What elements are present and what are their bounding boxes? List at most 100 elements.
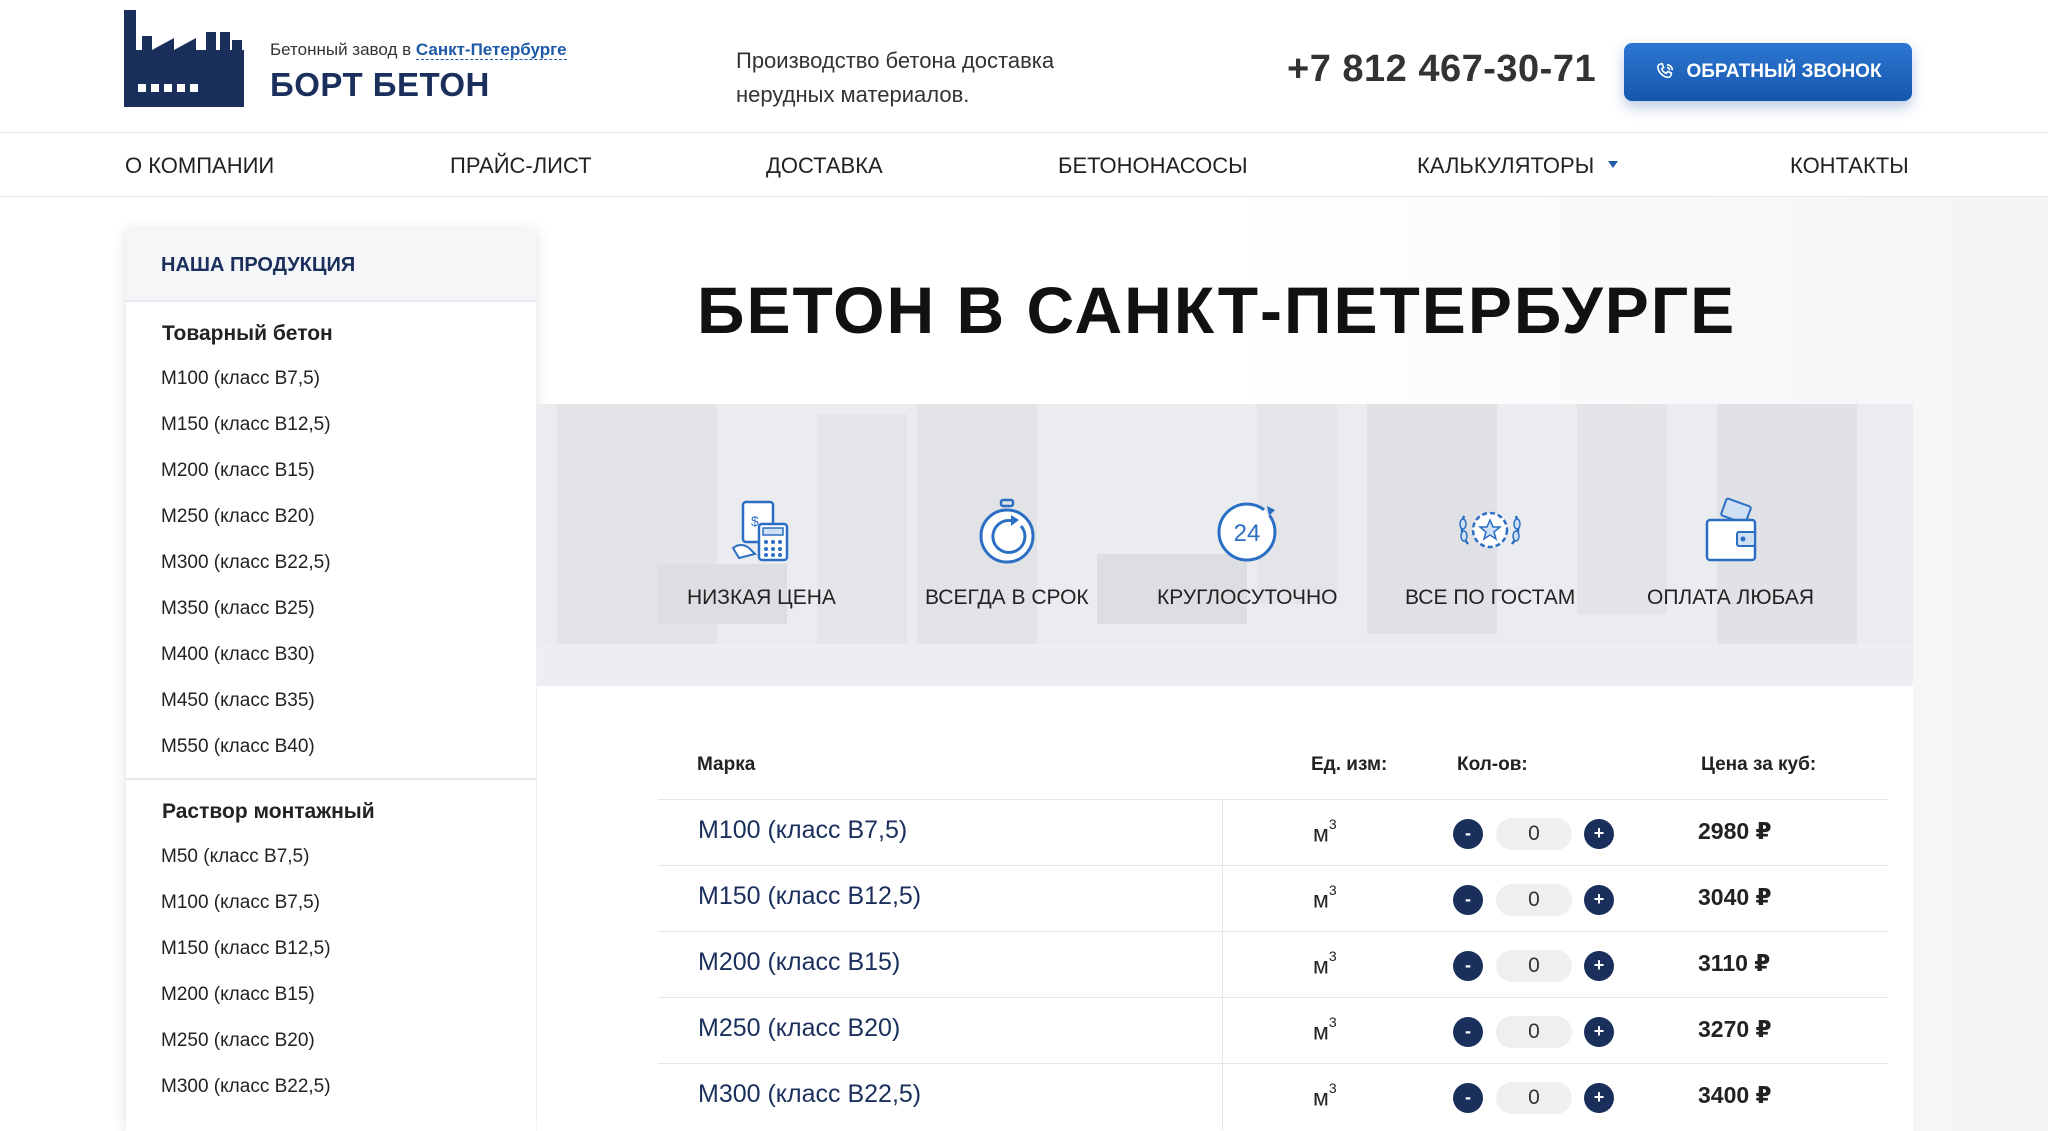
svg-text:24: 24 (1234, 520, 1261, 547)
quantity-input[interactable]: 0 (1496, 1082, 1572, 1114)
product-link[interactable]: М100 (класс В7,5) (698, 816, 907, 845)
unit-label: м3 (1313, 1014, 1337, 1045)
city-selector-link[interactable]: Санкт-Петербурге (415, 40, 567, 60)
feature-gost-standards: ВСЕ ПО ГОСТАМ (1405, 496, 1575, 610)
sidebar-item[interactable]: М300 (класс В22,5) (126, 1064, 536, 1110)
quantity-decrease-button[interactable]: - (1453, 885, 1483, 915)
table-row: М250 (класс В20) м3 - 0 + 3270 ₽ (658, 997, 1888, 1064)
laurel-badge-icon (1459, 511, 1521, 549)
page-title: БЕТОН В САНКТ-ПЕТЕРБУРГЕ (697, 273, 1737, 347)
nav-item-contacts[interactable]: КОНТАКТЫ (1790, 153, 1909, 179)
column-divider (1222, 998, 1223, 1064)
quantity-input[interactable]: 0 (1496, 950, 1572, 982)
nav-item-delivery[interactable]: ДОСТАВКА (766, 153, 883, 179)
sidebar-item[interactable]: М300 (класс В22,5) (126, 540, 536, 586)
callback-button[interactable]: ОБРАТНЫЙ ЗВОНОК (1624, 43, 1912, 101)
quantity-decrease-button[interactable]: - (1453, 1017, 1483, 1047)
nav-item-calculators-label: КАЛЬКУЛЯТОРЫ (1417, 153, 1595, 178)
stopwatch-icon (979, 498, 1035, 564)
sidebar-item[interactable]: М350 (класс В25) (126, 586, 536, 632)
unit-label: м3 (1313, 1080, 1337, 1111)
product-link[interactable]: М200 (класс В15) (698, 948, 900, 977)
wallet-icon (1705, 497, 1756, 562)
price-value: 2980 ₽ (1698, 818, 1772, 844)
unit-label: м3 (1313, 882, 1337, 913)
sidebar-item[interactable]: М250 (класс В20) (126, 1018, 536, 1064)
sidebar-group-title[interactable]: Раствор монтажный (126, 780, 536, 834)
sidebar-item[interactable]: М150 (класс В12,5) (126, 402, 536, 448)
column-header-brand: Марка (697, 754, 756, 775)
products-sidebar: НАША ПРОДУКЦИЯ Товарный бетон М100 (клас… (126, 229, 536, 1131)
price-value: 3400 ₽ (1698, 1082, 1772, 1108)
nav-item-about[interactable]: О КОМПАНИИ (125, 153, 274, 179)
callback-label: ОБРАТНЫЙ ЗВОНОК (1686, 61, 1882, 82)
quantity-decrease-button[interactable]: - (1453, 951, 1483, 981)
clock-24-icon: 24 (1217, 502, 1277, 562)
table-row: М150 (класс В12,5) м3 - 0 + 3040 ₽ (658, 865, 1888, 932)
nav-item-concrete-pumps[interactable]: БЕТОНОНАСОСЫ (1058, 153, 1248, 179)
sidebar-item[interactable]: М400 (класс В30) (126, 632, 536, 678)
sidebar-item[interactable]: М250 (класс В20) (126, 494, 536, 540)
sidebar-item[interactable]: М50 (класс В7,5) (126, 834, 536, 880)
sidebar-item[interactable]: М200 (класс В15) (126, 448, 536, 494)
factory-logo-icon[interactable] (124, 10, 244, 107)
quantity-decrease-button[interactable]: - (1453, 819, 1483, 849)
sidebar-item[interactable]: М200 (класс В15) (126, 972, 536, 1018)
header-tagline: Производство бетона доставка нерудных ма… (736, 44, 1116, 112)
unit-label: м3 (1313, 948, 1337, 979)
quantity-increase-button[interactable]: + (1584, 819, 1614, 849)
dropdown-caret-icon (1608, 160, 1619, 168)
quantity-input[interactable]: 0 (1496, 884, 1572, 916)
feature-label: НИЗКАЯ ЦЕНА (687, 586, 836, 609)
price-value: 3040 ₽ (1698, 884, 1772, 910)
tagline-line-2: нерудных материалов. (736, 82, 970, 107)
sidebar-item[interactable]: М100 (класс В7,5) (126, 356, 536, 402)
feature-label: КРУГЛОСУТОЧНО (1157, 586, 1338, 609)
quantity-input[interactable]: 0 (1496, 818, 1572, 850)
quantity-input[interactable]: 0 (1496, 1016, 1572, 1048)
column-divider (1222, 866, 1223, 932)
feature-low-price: $ НИЗКАЯ ЦЕНА (687, 496, 836, 610)
quantity-increase-button[interactable]: + (1584, 951, 1614, 981)
quantity-increase-button[interactable]: + (1584, 1083, 1614, 1113)
sidebar-title: НАША ПРОДУКЦИЯ (126, 229, 536, 302)
price-value: 3270 ₽ (1698, 1016, 1772, 1042)
feature-round-the-clock: 24 КРУГЛОСУТОЧНО (1157, 496, 1338, 610)
column-header-price: Цена за куб: (1701, 754, 1817, 775)
phone-number-link[interactable]: +7 812 467-30-71 (1287, 48, 1596, 91)
features-banner: $ НИЗКАЯ ЦЕНА ВСЕГДА В СРОК 24 КРУГЛОСУТ… (537, 404, 1913, 686)
product-link[interactable]: М250 (класс В20) (698, 1014, 900, 1043)
tagline-line-1: Производство бетона доставка (736, 48, 1055, 73)
unit-label: м3 (1313, 816, 1337, 847)
column-divider (1222, 1064, 1223, 1130)
table-row: М100 (класс В7,5) м3 - 0 + 2980 ₽ (658, 799, 1888, 866)
feature-label: ВСЕ ПО ГОСТАМ (1405, 586, 1576, 609)
phone-ring-icon (1657, 62, 1674, 79)
quantity-increase-button[interactable]: + (1584, 885, 1614, 915)
nav-item-calculators[interactable]: КАЛЬКУЛЯТОРЫ (1417, 153, 1619, 179)
sidebar-item[interactable]: М100 (класс В7,5) (126, 880, 536, 926)
quantity-increase-button[interactable]: + (1584, 1017, 1614, 1047)
price-value: 3110 ₽ (1698, 950, 1771, 976)
sidebar-item[interactable]: М150 (класс В12,5) (126, 926, 536, 972)
sidebar-item[interactable]: М550 (класс В40) (126, 724, 536, 770)
quantity-decrease-button[interactable]: - (1453, 1083, 1483, 1113)
calculator-icon: $ (732, 500, 789, 562)
table-row: М200 (класс В15) м3 - 0 + 3110 ₽ (658, 931, 1888, 998)
column-divider (1222, 932, 1223, 998)
product-link[interactable]: М150 (класс В12,5) (698, 882, 921, 911)
column-header-quantity: Кол-ов: (1457, 754, 1528, 775)
table-row: М300 (класс В22,5) м3 - 0 + 3400 ₽ (658, 1063, 1888, 1130)
feature-any-payment: ОПЛАТА ЛЮБАЯ (1647, 496, 1814, 610)
feature-label: ВСЕГДА В СРОК (925, 586, 1089, 609)
column-divider (1222, 800, 1223, 866)
logo-title: БОРТ БЕТОН (270, 66, 490, 103)
logo-subtitle: Бетонный завод в Санкт-Петербурге (270, 40, 567, 60)
logo-text[interactable]: Бетонный завод в Санкт-Петербурге БОРТ Б… (270, 40, 567, 104)
product-link[interactable]: М300 (класс В22,5) (698, 1080, 921, 1109)
nav-item-price-list[interactable]: ПРАЙС-ЛИСТ (450, 153, 592, 179)
main-navigation: О КОМПАНИИ ПРАЙС-ЛИСТ ДОСТАВКА БЕТОНОНАС… (0, 134, 2048, 197)
sidebar-group-title[interactable]: Товарный бетон (126, 302, 536, 356)
site-header: Бетонный завод в Санкт-Петербурге БОРТ Б… (0, 0, 2048, 133)
sidebar-item[interactable]: М450 (класс В35) (126, 678, 536, 724)
